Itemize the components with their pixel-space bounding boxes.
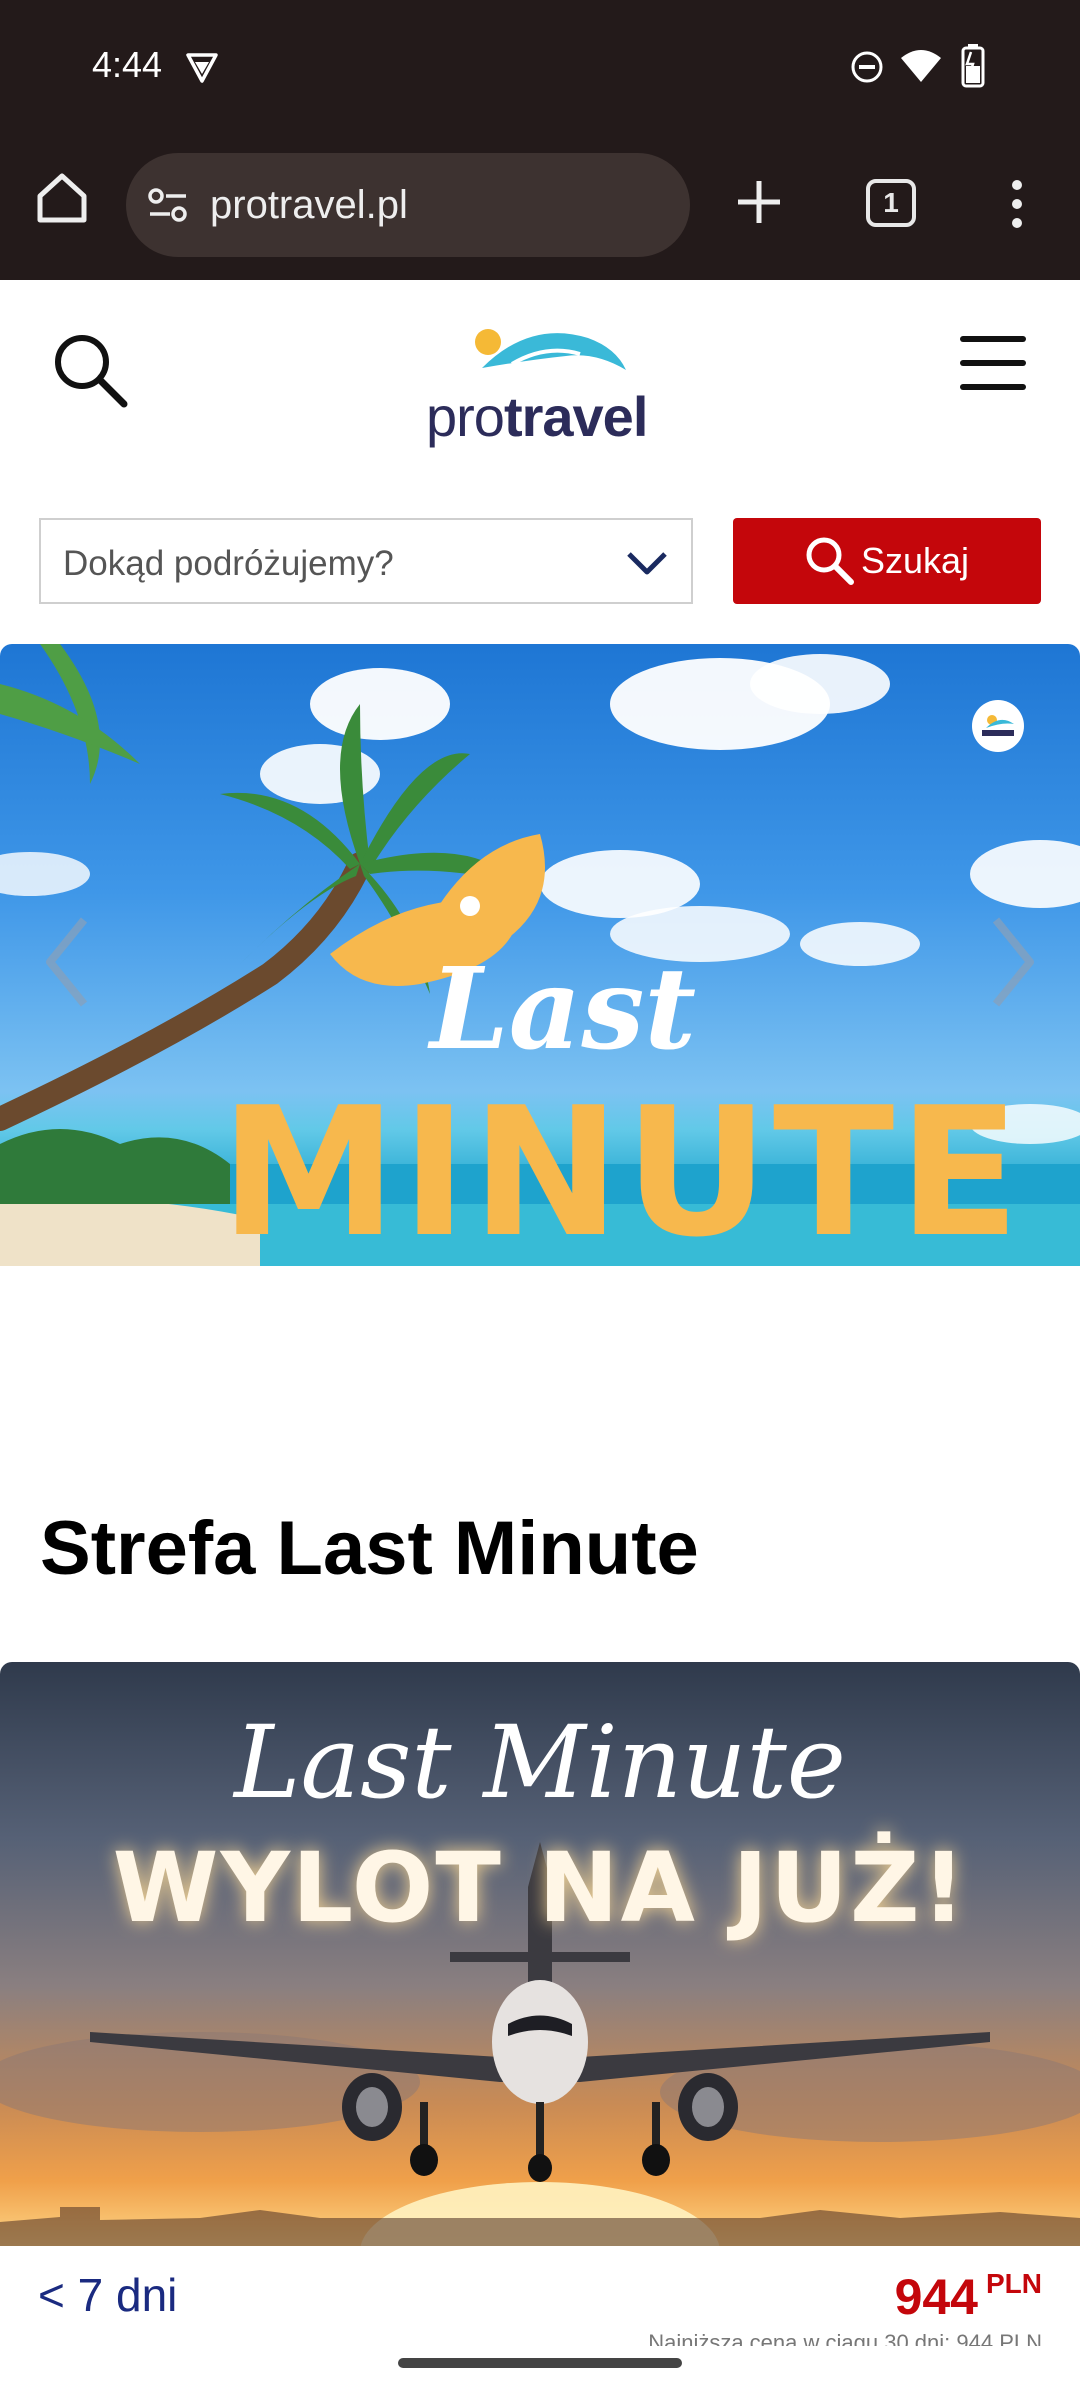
browser-toolbar: protravel.pl 1 [0,135,1080,280]
price-currency: PLN [986,2268,1042,2299]
protravel-badge-icon [972,700,1024,752]
battery-icon [961,44,985,88]
search-button-label: Szukaj [861,540,970,581]
logo-wave-icon [475,329,626,370]
search-icon[interactable] [50,330,130,410]
lowest-price-note: Najniższa cena w ciągu 30 dni: 944 PLN [648,2330,1042,2346]
site-settings-icon[interactable] [146,185,190,225]
trip-duration: < 7 dni [38,2269,178,2321]
offer-price: 944 PLN [895,2268,1042,2326]
chevron-down-icon [627,552,667,575]
destination-placeholder: Dokąd podróżujemy? [63,544,394,583]
search-icon [806,537,854,585]
search-button[interactable]: Szukaj [733,518,1041,604]
url-bar[interactable]: protravel.pl [126,153,690,257]
tab-switcher-button[interactable]: 1 [866,179,916,227]
hero-banner[interactable]: Last MINUTE [0,644,1080,1266]
promo-headline: WYLOT NA JUŻ! [112,1832,968,1944]
carousel-prev-icon[interactable] [38,912,98,1012]
more-options-icon[interactable] [1000,177,1034,231]
hero-script-text: Last [430,944,697,1075]
home-icon[interactable] [34,170,90,226]
offer-bar[interactable]: < 7 dni 944 PLN Najniższa cena w ciągu 30… [0,2246,1080,2400]
wifi-icon [901,50,941,82]
status-bar: 4:44 [0,0,1080,135]
site-header: protravel [0,282,1080,452]
promo-script-text: Last Minute [234,1704,846,1821]
protravel-logo[interactable]: protravel [420,306,660,448]
promo-banner[interactable]: Last Minute WYLOT NA JUŻ! [0,1662,1080,2252]
new-tab-icon[interactable] [732,175,786,229]
vpn-icon [186,53,218,83]
price-value: 944 [894,2269,978,2325]
destination-select[interactable]: Dokąd podróżujemy? [39,518,693,604]
hero-headline: MINUTE [220,1069,1024,1266]
logo-text: protravel [426,385,648,448]
do-not-disturb-icon [851,51,883,83]
carousel-next-icon[interactable] [982,912,1042,1012]
url-text[interactable]: protravel.pl [210,183,408,228]
section-title: Strefa Last Minute [40,1506,699,1591]
gesture-home-indicator[interactable] [398,2358,682,2368]
status-time: 4:44 [92,44,163,85]
hamburger-menu-icon[interactable] [960,336,1030,396]
